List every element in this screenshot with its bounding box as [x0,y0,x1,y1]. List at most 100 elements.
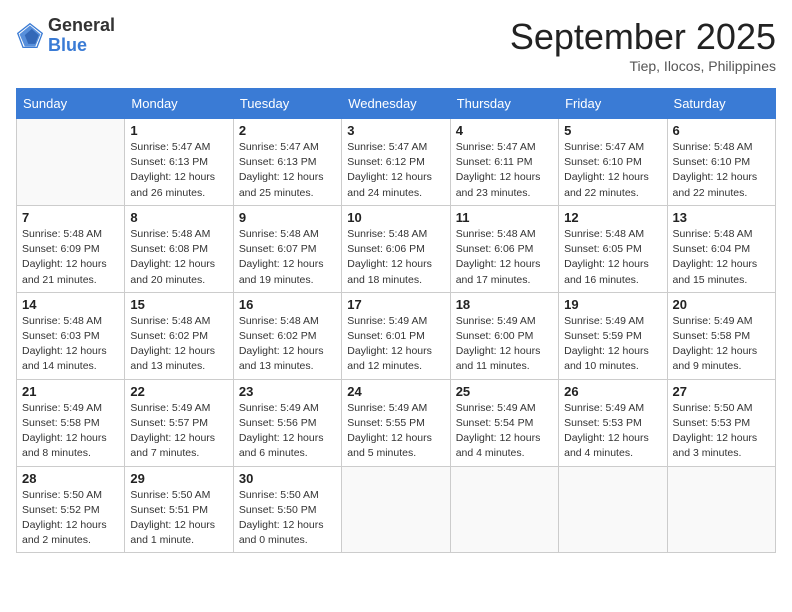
calendar-cell: 4 Sunrise: 5:47 AM Sunset: 6:11 PM Daylig… [450,119,558,206]
calendar-cell: 8 Sunrise: 5:48 AM Sunset: 6:08 PM Daylig… [125,205,233,292]
day-number: 2 [239,123,336,138]
day-number: 28 [22,471,119,486]
cell-info: Sunrise: 5:48 AM Sunset: 6:02 PM Dayligh… [130,314,227,375]
calendar-cell: 26Sunrise: 5:49 AM Sunset: 5:53 PM Dayli… [559,379,667,466]
cell-info: Sunrise: 5:50 AM Sunset: 5:52 PM Dayligh… [22,488,119,549]
day-number: 17 [347,297,444,312]
cell-info: Sunrise: 5:48 AM Sunset: 6:10 PM Dayligh… [673,140,770,201]
cell-info: Sunrise: 5:47 AM Sunset: 6:13 PM Dayligh… [130,140,227,201]
calendar-cell: 21 Sunrise: 5:49 AM Sunset: 5:58 PM Dayli… [17,379,125,466]
cell-info: Sunrise: 5:48 AM Sunset: 6:06 PM Dayligh… [456,227,553,288]
day-header-sunday: Sunday [17,89,125,119]
day-number: 3 [347,123,444,138]
day-number: 18 [456,297,553,312]
calendar-cell [342,466,450,553]
cell-info: Sunrise: 5:49 AM Sunset: 5:56 PM Dayligh… [239,401,336,462]
calendar-cell: 5Sunrise: 5:47 AM Sunset: 6:10 PM Daylig… [559,119,667,206]
calendar-cell: 30 Sunrise: 5:50 AM Sunset: 5:50 PM Dayli… [233,466,341,553]
day-number: 5 [564,123,661,138]
calendar-cell: 1Sunrise: 5:47 AM Sunset: 6:13 PM Daylig… [125,119,233,206]
day-number: 8 [130,210,227,225]
logo-blue-label: Blue [48,36,115,56]
day-header-thursday: Thursday [450,89,558,119]
day-header-tuesday: Tuesday [233,89,341,119]
cell-info: Sunrise: 5:48 AM Sunset: 6:05 PM Dayligh… [564,227,661,288]
title-block: September 2025 Tiep, Ilocos, Philippines [510,16,776,74]
cell-info: Sunrise: 5:49 AM Sunset: 5:58 PM Dayligh… [673,314,770,375]
day-number: 15 [130,297,227,312]
cell-info: Sunrise: 5:49 AM Sunset: 5:59 PM Dayligh… [564,314,661,375]
day-number: 12 [564,210,661,225]
day-number: 10 [347,210,444,225]
calendar-cell [667,466,775,553]
calendar-cell: 13Sunrise: 5:48 AM Sunset: 6:04 PM Dayli… [667,205,775,292]
day-number: 4 [456,123,553,138]
calendar-cell [450,466,558,553]
calendar-cell: 20 Sunrise: 5:49 AM Sunset: 5:58 PM Dayli… [667,292,775,379]
calendar-week-row: 14Sunrise: 5:48 AM Sunset: 6:03 PM Dayli… [17,292,776,379]
day-number: 30 [239,471,336,486]
cell-info: Sunrise: 5:50 AM Sunset: 5:50 PM Dayligh… [239,488,336,549]
day-number: 29 [130,471,227,486]
cell-info: Sunrise: 5:48 AM Sunset: 6:04 PM Dayligh… [673,227,770,288]
cell-info: Sunrise: 5:48 AM Sunset: 6:08 PM Dayligh… [130,227,227,288]
day-header-monday: Monday [125,89,233,119]
calendar-cell: 27 Sunrise: 5:50 AM Sunset: 5:53 PM Dayli… [667,379,775,466]
calendar-cell: 3 Sunrise: 5:47 AM Sunset: 6:12 PM Daylig… [342,119,450,206]
calendar-cell: 7 Sunrise: 5:48 AM Sunset: 6:09 PM Daylig… [17,205,125,292]
calendar-cell: 16 Sunrise: 5:48 AM Sunset: 6:02 PM Dayli… [233,292,341,379]
day-number: 19 [564,297,661,312]
day-number: 11 [456,210,553,225]
day-number: 22 [130,384,227,399]
day-header-saturday: Saturday [667,89,775,119]
cell-info: Sunrise: 5:48 AM Sunset: 6:09 PM Dayligh… [22,227,119,288]
day-number: 16 [239,297,336,312]
calendar-cell: 10 Sunrise: 5:48 AM Sunset: 6:06 PM Dayli… [342,205,450,292]
calendar-cell: 19 Sunrise: 5:49 AM Sunset: 5:59 PM Dayli… [559,292,667,379]
cell-info: Sunrise: 5:47 AM Sunset: 6:11 PM Dayligh… [456,140,553,201]
cell-info: Sunrise: 5:48 AM Sunset: 6:02 PM Dayligh… [239,314,336,375]
day-header-friday: Friday [559,89,667,119]
cell-info: Sunrise: 5:48 AM Sunset: 6:03 PM Dayligh… [22,314,119,375]
cell-info: Sunrise: 5:49 AM Sunset: 5:54 PM Dayligh… [456,401,553,462]
logo-icon [16,22,44,50]
calendar-cell: 12 Sunrise: 5:48 AM Sunset: 6:05 PM Dayli… [559,205,667,292]
cell-info: Sunrise: 5:50 AM Sunset: 5:53 PM Dayligh… [673,401,770,462]
day-number: 6 [673,123,770,138]
day-number: 20 [673,297,770,312]
day-number: 7 [22,210,119,225]
logo-general-label: General [48,16,115,36]
calendar-cell: 15 Sunrise: 5:48 AM Sunset: 6:02 PM Dayli… [125,292,233,379]
cell-info: Sunrise: 5:47 AM Sunset: 6:13 PM Dayligh… [239,140,336,201]
calendar-cell: 23 Sunrise: 5:49 AM Sunset: 5:56 PM Dayli… [233,379,341,466]
calendar-cell: 24 Sunrise: 5:49 AM Sunset: 5:55 PM Dayli… [342,379,450,466]
page-header: General Blue September 2025 Tiep, Ilocos… [16,16,776,74]
cell-info: Sunrise: 5:49 AM Sunset: 5:57 PM Dayligh… [130,401,227,462]
cell-info: Sunrise: 5:49 AM Sunset: 5:58 PM Dayligh… [22,401,119,462]
day-number: 24 [347,384,444,399]
calendar-cell [17,119,125,206]
cell-info: Sunrise: 5:49 AM Sunset: 6:00 PM Dayligh… [456,314,553,375]
calendar-cell: 17Sunrise: 5:49 AM Sunset: 6:01 PM Dayli… [342,292,450,379]
calendar-cell: 22 Sunrise: 5:49 AM Sunset: 5:57 PM Dayli… [125,379,233,466]
calendar-week-row: 1Sunrise: 5:47 AM Sunset: 6:13 PM Daylig… [17,119,776,206]
day-number: 27 [673,384,770,399]
calendar-table: SundayMondayTuesdayWednesdayThursdayFrid… [16,88,776,553]
cell-info: Sunrise: 5:49 AM Sunset: 5:55 PM Dayligh… [347,401,444,462]
day-number: 21 [22,384,119,399]
calendar-cell: 14Sunrise: 5:48 AM Sunset: 6:03 PM Dayli… [17,292,125,379]
calendar-cell: 18 Sunrise: 5:49 AM Sunset: 6:00 PM Dayli… [450,292,558,379]
calendar-cell: 28 Sunrise: 5:50 AM Sunset: 5:52 PM Dayli… [17,466,125,553]
logo: General Blue [16,16,115,56]
cell-info: Sunrise: 5:48 AM Sunset: 6:07 PM Dayligh… [239,227,336,288]
calendar-week-row: 28 Sunrise: 5:50 AM Sunset: 5:52 PM Dayli… [17,466,776,553]
day-number: 9 [239,210,336,225]
calendar-cell: 2 Sunrise: 5:47 AM Sunset: 6:13 PM Daylig… [233,119,341,206]
cell-info: Sunrise: 5:47 AM Sunset: 6:12 PM Dayligh… [347,140,444,201]
day-number: 23 [239,384,336,399]
calendar-cell: 25Sunrise: 5:49 AM Sunset: 5:54 PM Dayli… [450,379,558,466]
logo-text: General Blue [48,16,115,56]
cell-info: Sunrise: 5:50 AM Sunset: 5:51 PM Dayligh… [130,488,227,549]
calendar-cell: 29 Sunrise: 5:50 AM Sunset: 5:51 PM Dayli… [125,466,233,553]
cell-info: Sunrise: 5:48 AM Sunset: 6:06 PM Dayligh… [347,227,444,288]
